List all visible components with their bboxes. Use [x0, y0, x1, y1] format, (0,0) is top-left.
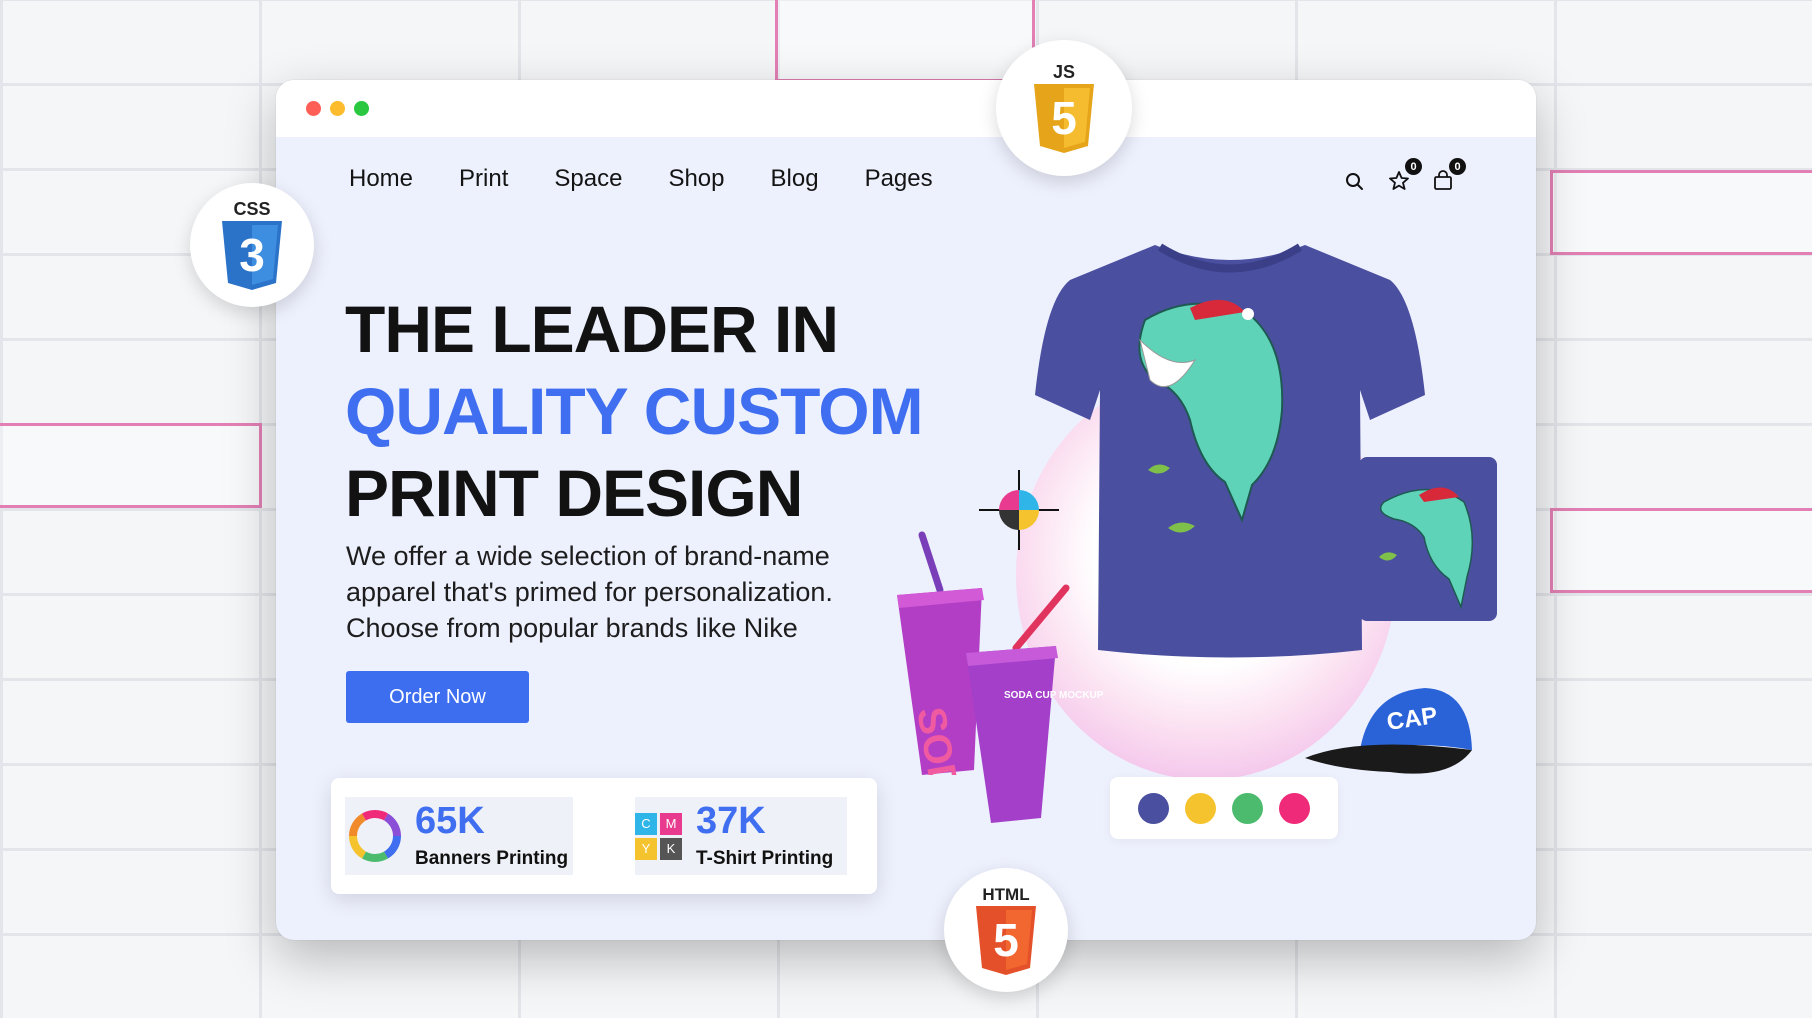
decor-box [0, 423, 262, 508]
cart-count-badge: 0 [1449, 158, 1466, 175]
stat-banners-label: Banners Printing [415, 848, 569, 869]
whale-design-icon [1379, 487, 1474, 610]
decor-box [1550, 170, 1812, 255]
stat-tshirts-value: 37K [696, 800, 766, 842]
cmyk-cell: M [660, 812, 682, 835]
minimize-dot[interactable] [330, 101, 345, 116]
decor-box [1550, 508, 1812, 593]
main-nav: Home Print Space Shop Blog Pages [349, 165, 933, 193]
search-icon[interactable] [1342, 168, 1368, 194]
wishlist-button[interactable]: 0 [1386, 158, 1422, 194]
order-now-button[interactable]: Order Now [346, 671, 529, 723]
color-swatches [1110, 777, 1338, 839]
swatch-navy[interactable] [1138, 792, 1169, 824]
html-label: HTML [982, 885, 1029, 904]
js-label: JS [1053, 62, 1075, 82]
js-badge: JS 5 [996, 40, 1132, 176]
design-thumbnail[interactable] [1359, 457, 1497, 621]
cmyk-cell: C [635, 812, 657, 835]
hero-title-line1: THE LEADER IN [345, 292, 839, 366]
hero-description: We offer a wide selection of brand-name … [346, 541, 833, 643]
nav-item-space[interactable]: Space [554, 165, 622, 193]
hero-title-line2: QUALITY CUSTOM [345, 374, 924, 448]
nav-actions: 0 0 [1342, 158, 1466, 194]
stat-banners: 65K Banners Printing [345, 797, 573, 875]
nav-item-blog[interactable]: Blog [771, 165, 819, 193]
nav-item-home[interactable]: Home [349, 165, 413, 193]
swatch-green[interactable] [1232, 792, 1263, 824]
hero-title-line3: PRINT DESIGN [345, 456, 803, 530]
browser-window: Home Print Space Shop Blog Pages 0 0 THE… [276, 80, 1536, 940]
stat-tshirts: C M Y K 37K T-Shirt Printing [635, 797, 847, 875]
js-number: 5 [1051, 92, 1077, 144]
nav-item-pages[interactable]: Pages [865, 165, 933, 193]
nav-item-shop[interactable]: Shop [668, 165, 724, 193]
js-icon: JS 5 [1034, 62, 1094, 153]
cup-text: SODA CUP MOCKUP [1004, 690, 1104, 701]
css3-icon: CSS 3 [222, 199, 282, 290]
color-wheel-icon [349, 810, 401, 862]
swatch-pink[interactable] [1279, 792, 1310, 824]
soda-cup-image: SODA CUP MOCKUP [966, 584, 1104, 823]
cmyk-icon: C M Y K [635, 812, 682, 860]
html5-badge: HTML 5 [944, 868, 1068, 992]
css-number: 3 [239, 229, 265, 281]
decor-box [775, 0, 1035, 82]
stats-card: 65K Banners Printing C M Y K 37K T-Shirt… [331, 778, 877, 894]
maximize-dot[interactable] [354, 101, 369, 116]
cart-button[interactable]: 0 [1430, 158, 1466, 194]
nav-item-print[interactable]: Print [459, 165, 508, 193]
css3-badge: CSS 3 [190, 183, 314, 307]
wishlist-count-badge: 0 [1405, 158, 1422, 175]
stat-banners-value: 65K [415, 800, 485, 842]
close-dot[interactable] [306, 101, 321, 116]
cmyk-cell: K [660, 837, 682, 860]
html-number: 5 [993, 914, 1019, 966]
cmyk-cell: Y [635, 837, 657, 860]
stat-tshirts-label: T-Shirt Printing [696, 848, 834, 869]
swatch-yellow[interactable] [1185, 792, 1216, 824]
html5-icon: HTML 5 [976, 885, 1036, 975]
css-label: CSS [233, 199, 270, 219]
window-titlebar [276, 80, 1536, 137]
